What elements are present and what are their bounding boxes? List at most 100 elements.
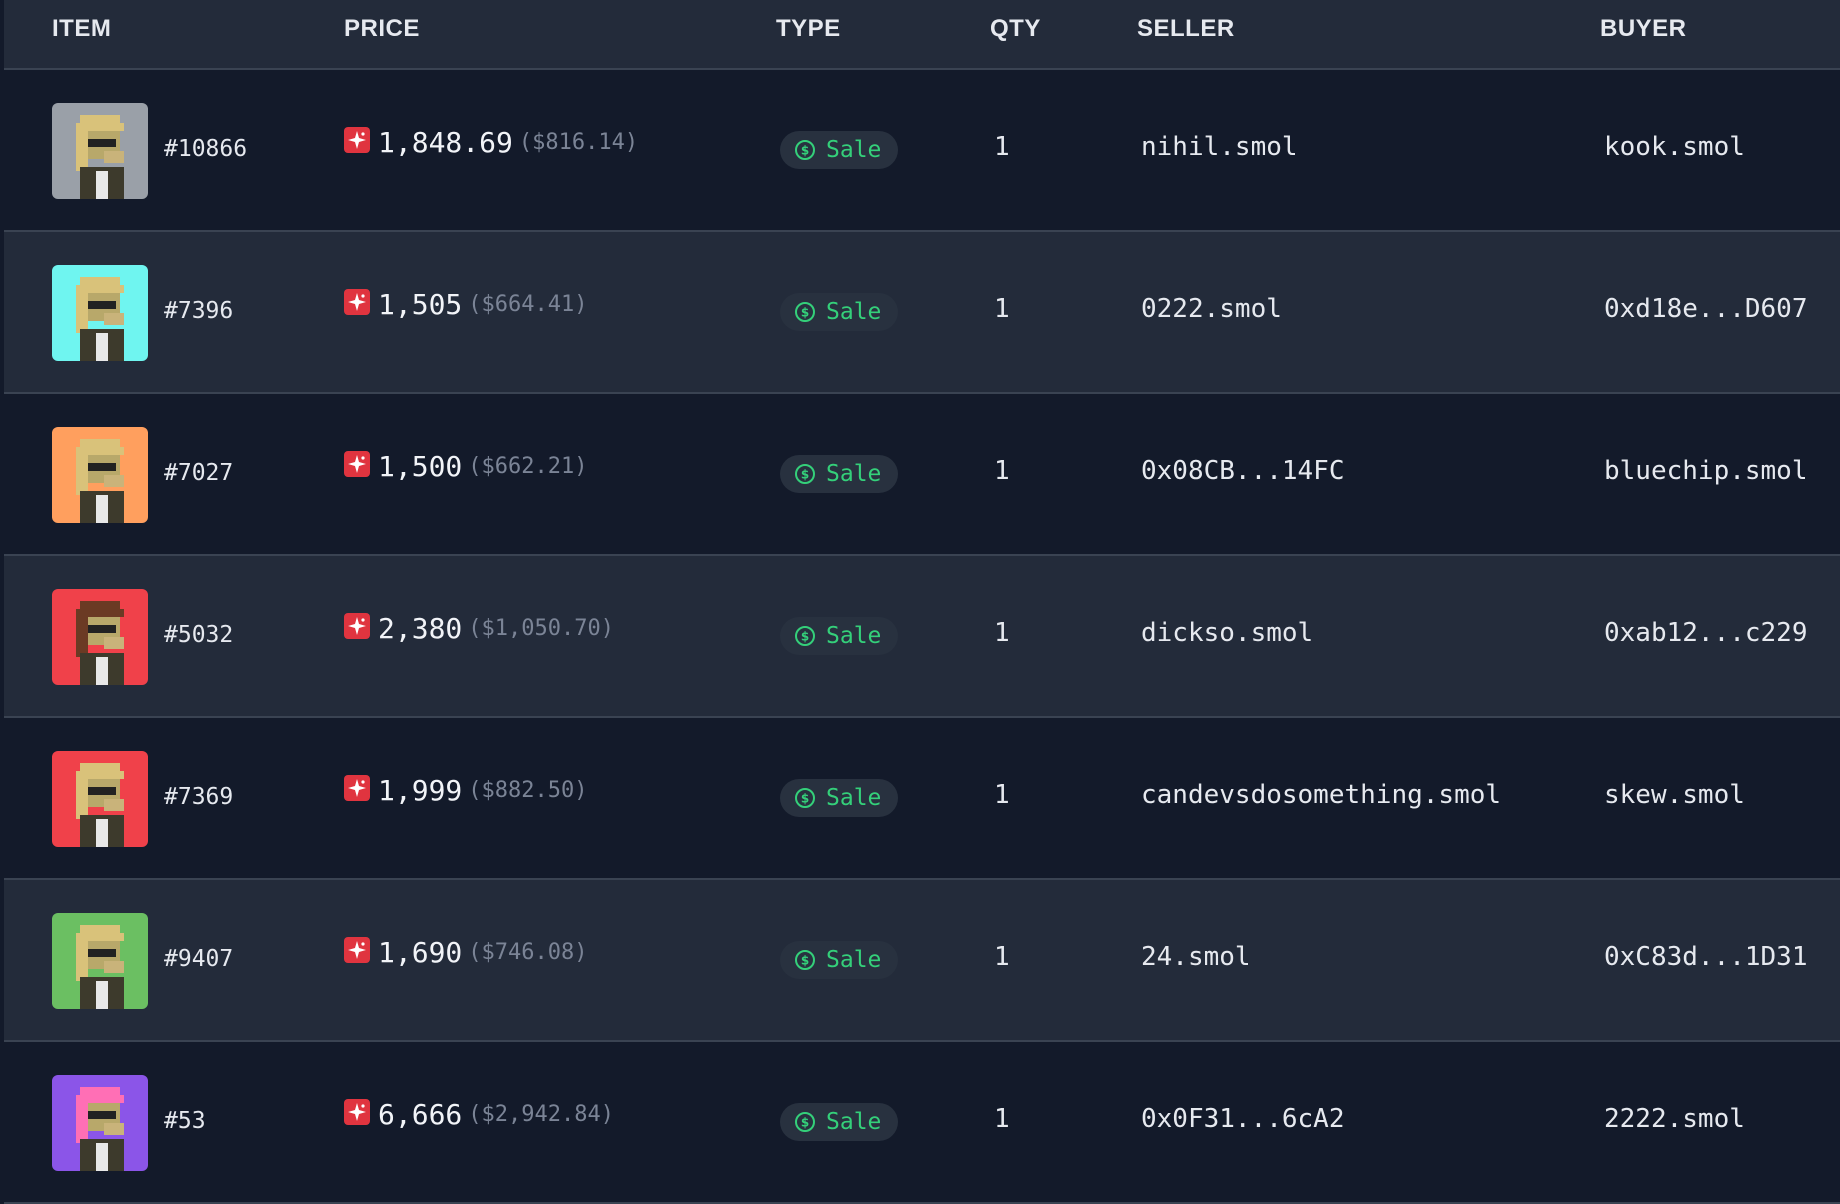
- price-cell: 2,380 ($1,050.70): [344, 612, 614, 645]
- buyer-link[interactable]: bluechip.smol: [1604, 456, 1808, 486]
- price-cell: 1,690 ($746.08): [344, 936, 588, 969]
- item-id[interactable]: #10866: [164, 136, 247, 162]
- quantity: 1: [994, 294, 1010, 324]
- svg-text:$: $: [801, 144, 809, 158]
- magic-token-icon: [344, 126, 370, 153]
- price-cell: 1,505 ($664.41): [344, 288, 588, 321]
- table-row[interactable]: #10866 1,848.69 ($816.14) $ Sale 1 nihil.…: [4, 70, 1840, 232]
- svg-text:$: $: [801, 630, 809, 644]
- svg-text:$: $: [801, 468, 809, 482]
- table-row[interactable]: #9407 1,690 ($746.08) $ Sale 1 24.smol 0x…: [4, 880, 1840, 1042]
- smol-avatar[interactable]: [52, 265, 148, 361]
- price-magic: 1,848.69: [378, 126, 513, 159]
- quantity: 1: [994, 132, 1010, 162]
- item-id[interactable]: #7027: [164, 460, 233, 486]
- item-id[interactable]: #9407: [164, 946, 233, 972]
- magic-token-icon: [344, 612, 370, 639]
- price-usd: ($664.41): [468, 292, 588, 317]
- column-header-item[interactable]: ITEM: [52, 15, 111, 43]
- table-header: ITEM PRICE TYPE QTY SELLER BUYER: [4, 0, 1840, 70]
- sale-type-badge: $ Sale: [780, 455, 898, 493]
- table-row[interactable]: #7027 1,500 ($662.21) $ Sale 1 0x08CB...1…: [4, 394, 1840, 556]
- sale-type-badge: $ Sale: [780, 1103, 898, 1141]
- dollar-circle-icon: $: [795, 788, 815, 808]
- price-cell: 6,666 ($2,942.84): [344, 1098, 614, 1131]
- price-magic: 1,690: [378, 936, 463, 969]
- column-header-type[interactable]: TYPE: [776, 15, 841, 43]
- table-row[interactable]: #7369 1,999 ($882.50) $ Sale 1 candevsdos…: [4, 718, 1840, 880]
- dollar-circle-icon: $: [795, 464, 815, 484]
- buyer-link[interactable]: 0xd18e...D607: [1604, 294, 1808, 324]
- smol-avatar[interactable]: [52, 103, 148, 199]
- magic-token-icon: [344, 936, 370, 963]
- price-magic: 1,505: [378, 288, 463, 321]
- price-cell: 1,500 ($662.21): [344, 450, 588, 483]
- price-magic: 1,500: [378, 450, 463, 483]
- sale-type-label: Sale: [826, 947, 882, 973]
- buyer-link[interactable]: kook.smol: [1604, 132, 1745, 162]
- seller-link[interactable]: 0x0F31...6cA2: [1141, 1104, 1345, 1134]
- dollar-circle-icon: $: [795, 626, 815, 646]
- buyer-link[interactable]: skew.smol: [1604, 780, 1745, 810]
- item-id[interactable]: #53: [164, 1108, 206, 1134]
- seller-link[interactable]: 0x08CB...14FC: [1141, 456, 1345, 486]
- magic-token-icon: [344, 774, 370, 801]
- dollar-circle-icon: $: [795, 1112, 815, 1132]
- column-header-seller[interactable]: SELLER: [1137, 15, 1235, 43]
- sale-type-label: Sale: [826, 299, 882, 325]
- table-row[interactable]: #7396 1,505 ($664.41) $ Sale 1 0222.smol …: [4, 232, 1840, 394]
- sale-type-label: Sale: [826, 461, 882, 487]
- svg-text:$: $: [801, 306, 809, 320]
- item-id[interactable]: #7369: [164, 784, 233, 810]
- dollar-circle-icon: $: [795, 950, 815, 970]
- price-magic: 6,666: [378, 1098, 463, 1131]
- price-magic: 1,999: [378, 774, 463, 807]
- sale-type-badge: $ Sale: [780, 617, 898, 655]
- column-header-buyer[interactable]: BUYER: [1600, 15, 1687, 43]
- seller-link[interactable]: 0222.smol: [1141, 294, 1282, 324]
- sale-type-label: Sale: [826, 137, 882, 163]
- smol-avatar[interactable]: [52, 751, 148, 847]
- table-row[interactable]: #53 6,666 ($2,942.84) $ Sale 1 0x0F31...6…: [4, 1042, 1840, 1204]
- price-magic: 2,380: [378, 612, 463, 645]
- quantity: 1: [994, 618, 1010, 648]
- item-id[interactable]: #7396: [164, 298, 233, 324]
- sale-type-label: Sale: [826, 785, 882, 811]
- svg-text:$: $: [801, 792, 809, 806]
- quantity: 1: [994, 456, 1010, 486]
- sale-type-badge: $ Sale: [780, 779, 898, 817]
- price-usd: ($882.50): [468, 778, 588, 803]
- sale-type-label: Sale: [826, 623, 882, 649]
- price-cell: 1,999 ($882.50): [344, 774, 588, 807]
- table-row[interactable]: #5032 2,380 ($1,050.70) $ Sale 1 dickso.s…: [4, 556, 1840, 718]
- magic-token-icon: [344, 288, 370, 315]
- column-header-qty[interactable]: QTY: [990, 15, 1041, 43]
- buyer-link[interactable]: 2222.smol: [1604, 1104, 1745, 1134]
- magic-token-icon: [344, 450, 370, 477]
- smol-avatar[interactable]: [52, 1075, 148, 1171]
- seller-link[interactable]: nihil.smol: [1141, 132, 1298, 162]
- seller-link[interactable]: dickso.smol: [1141, 618, 1313, 648]
- smol-avatar[interactable]: [52, 913, 148, 1009]
- svg-text:$: $: [801, 954, 809, 968]
- magic-token-icon: [344, 1098, 370, 1125]
- quantity: 1: [994, 780, 1010, 810]
- seller-link[interactable]: candevsdosomething.smol: [1141, 780, 1501, 810]
- sale-type-badge: $ Sale: [780, 131, 898, 169]
- price-usd: ($662.21): [468, 454, 588, 479]
- column-header-price[interactable]: PRICE: [344, 15, 420, 43]
- dollar-circle-icon: $: [795, 140, 815, 160]
- smol-avatar[interactable]: [52, 589, 148, 685]
- item-id[interactable]: #5032: [164, 622, 233, 648]
- buyer-link[interactable]: 0xab12...c229: [1604, 618, 1808, 648]
- dollar-circle-icon: $: [795, 302, 815, 322]
- sale-type-badge: $ Sale: [780, 293, 898, 331]
- price-usd: ($2,942.84): [468, 1102, 614, 1127]
- sale-type-badge: $ Sale: [780, 941, 898, 979]
- smol-avatar[interactable]: [52, 427, 148, 523]
- buyer-link[interactable]: 0xC83d...1D31: [1604, 942, 1808, 972]
- seller-link[interactable]: 24.smol: [1141, 942, 1251, 972]
- price-usd: ($816.14): [518, 130, 639, 155]
- svg-text:$: $: [801, 1116, 809, 1130]
- sales-table: ITEM PRICE TYPE QTY SELLER BUYER #10866: [4, 0, 1840, 1204]
